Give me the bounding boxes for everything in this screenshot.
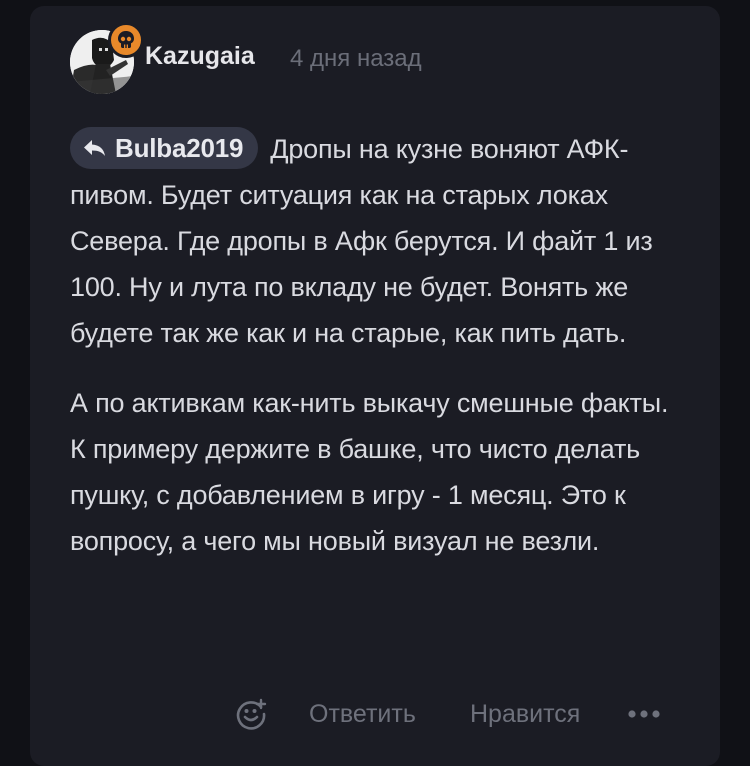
skull-badge (108, 22, 144, 58)
timestamp[interactable]: 4 дня назад (290, 47, 422, 71)
reply-to-user: Bulba2019 (115, 132, 244, 163)
more-options-button[interactable] (627, 694, 661, 734)
comment-body: Bulba2019 Дропы на кузне воняют АФК-пивом… (70, 126, 680, 564)
paragraph-2: А по активкам как-нить выкачу смешные фа… (70, 388, 669, 556)
more-dots-icon (628, 710, 660, 718)
reply-arrow-icon (84, 139, 105, 156)
reply-to-chip[interactable]: Bulba2019 (70, 126, 259, 169)
comment-card: Kazugaia 4 дня назад Bulba2019 Дропы на к… (30, 6, 720, 766)
paragraph-1: Bulba2019 Дропы на кузне воняют АФК-пивом… (70, 126, 680, 356)
smiley-icon (236, 698, 267, 730)
author-name[interactable]: Kazugaia (145, 44, 255, 69)
reply-button[interactable]: Ответить (309, 694, 416, 734)
skull-icon (118, 31, 134, 48)
add-reaction-button[interactable] (235, 694, 269, 734)
like-button[interactable]: Нравится (470, 694, 580, 734)
avatar-container[interactable] (70, 22, 144, 94)
comment-actions: Ответить Нравится (30, 694, 720, 734)
